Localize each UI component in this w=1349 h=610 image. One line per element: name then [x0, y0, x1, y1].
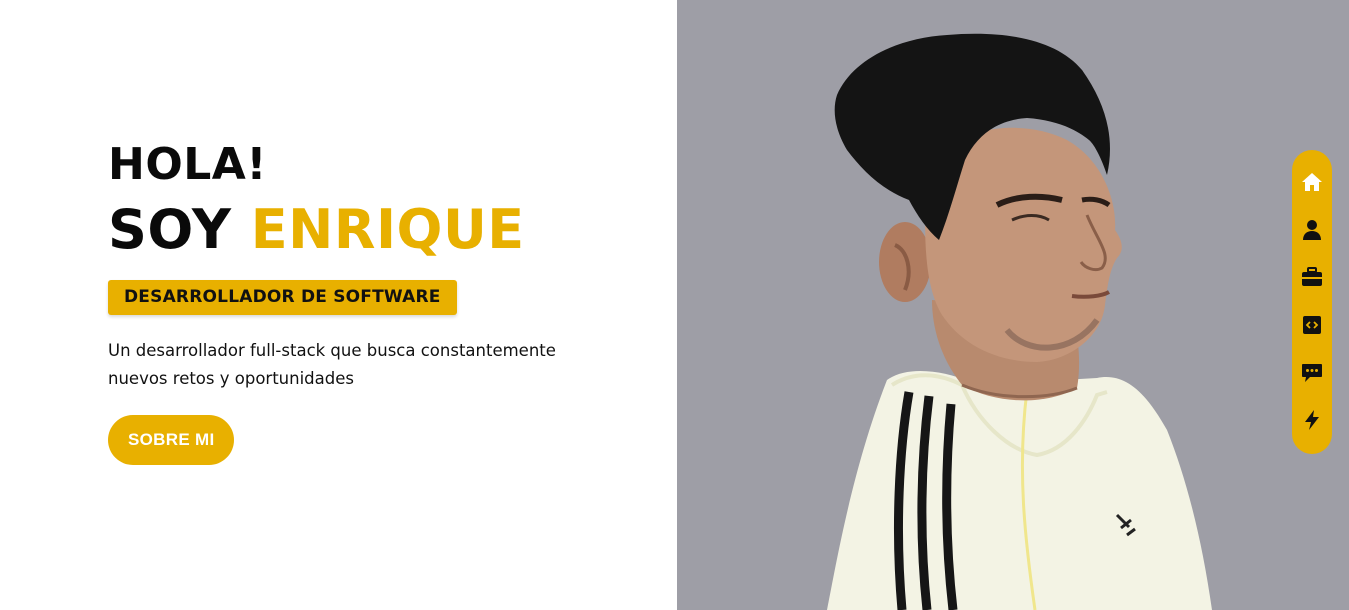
- nav-skills[interactable]: [1298, 406, 1326, 434]
- nav-projects[interactable]: [1298, 311, 1326, 339]
- user-icon: [1303, 219, 1321, 240]
- intro-heading: SOY ENRIQUE: [108, 198, 628, 262]
- briefcase-icon: [1302, 267, 1322, 287]
- portrait-photo: [827, 33, 1212, 610]
- hero-text: HOLA! SOY ENRIQUE DESARROLLADOR DE SOFTW…: [108, 140, 628, 465]
- about-me-button[interactable]: SOBRE MI: [108, 415, 235, 465]
- intro-prefix: SOY: [108, 198, 232, 261]
- nav-about[interactable]: [1298, 216, 1326, 244]
- home-icon: [1302, 172, 1322, 191]
- role-badge: DESARROLLADOR DE SOFTWARE: [108, 280, 457, 315]
- nav-portfolio[interactable]: [1298, 263, 1326, 291]
- nav-contact[interactable]: [1298, 359, 1326, 387]
- nav-home[interactable]: [1298, 168, 1326, 196]
- hero-section: HOLA! SOY ENRIQUE DESARROLLADOR DE SOFTW…: [0, 0, 677, 610]
- side-navigation: [1292, 150, 1332, 454]
- greeting-heading: HOLA!: [108, 139, 267, 190]
- portrait-panel: [677, 0, 1349, 610]
- hero-description: Un desarrollador full-stack que busca co…: [108, 341, 556, 388]
- bolt-icon: [1305, 410, 1319, 431]
- hero-name: ENRIQUE: [250, 198, 525, 261]
- chat-icon: [1302, 363, 1322, 382]
- page: HOLA! SOY ENRIQUE DESARROLLADOR DE SOFTW…: [0, 0, 1349, 610]
- code-icon: [1303, 315, 1321, 334]
